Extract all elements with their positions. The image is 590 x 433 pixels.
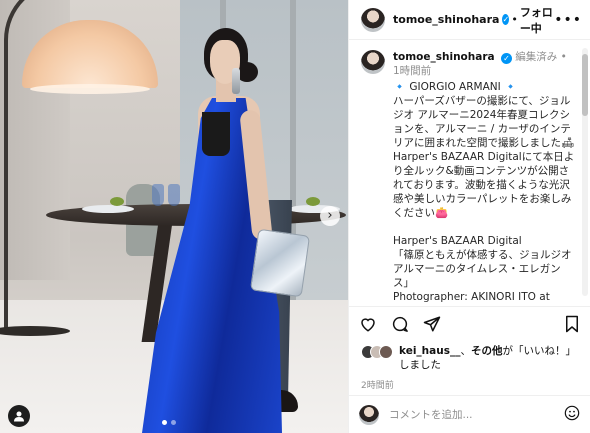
caption-header: tomoe_shinohara ✓ 編集済み • 1時間前 xyxy=(393,50,576,78)
meta-separator: • xyxy=(560,51,567,63)
liker-username[interactable]: kei_haus__ xyxy=(399,345,460,357)
instagram-post-modal: › tomoe_shinohara ✓ • フォロー中 ••• tomoe_sh… xyxy=(0,0,590,433)
photo-earring xyxy=(232,68,240,94)
photo-glass xyxy=(168,184,180,206)
photo-clutch-bag xyxy=(249,228,311,298)
scrollbar-thumb[interactable] xyxy=(582,54,588,116)
photo-food xyxy=(110,197,124,206)
edited-label: 編集済み xyxy=(515,51,558,63)
carousel-dots xyxy=(162,420,176,425)
verified-badge-icon: ✓ xyxy=(502,14,510,25)
share-icon[interactable] xyxy=(423,315,441,336)
likes-others-link[interactable]: その他 xyxy=(471,345,503,357)
post-time[interactable]: 1時間前 xyxy=(393,65,431,77)
post-photo[interactable]: › xyxy=(0,0,348,433)
photo-lamp-pole xyxy=(4,40,8,330)
comment-icon[interactable] xyxy=(391,315,409,336)
bookmark-icon[interactable] xyxy=(564,315,580,336)
following-button[interactable]: フォロー中 xyxy=(520,4,554,36)
commenter-avatar xyxy=(359,404,379,425)
comment-input[interactable] xyxy=(389,408,559,421)
verified-badge-icon: ✓ xyxy=(500,53,512,64)
caption-text: 🔹 GIORGIO ARMANI 🔹 ハーパーズバザーの撮影にて、ジョルジオ ア… xyxy=(393,81,575,306)
carousel-dot xyxy=(171,420,176,425)
caption-body: tomoe_shinohara ✓ 編集済み • 1時間前 🔹 GIORGIO … xyxy=(393,50,576,306)
likes-text: kei_haus__、その他が「いいね！」しました xyxy=(399,344,578,372)
carousel-next-button[interactable]: › xyxy=(320,206,340,226)
caption-scroll-area[interactable]: tomoe_shinohara ✓ 編集済み • 1時間前 🔹 GIORGIO … xyxy=(349,40,590,306)
liker-avatars xyxy=(361,345,393,359)
header-username[interactable]: tomoe_shinohara xyxy=(393,13,499,26)
header-separator: • xyxy=(511,13,518,26)
scrollbar[interactable] xyxy=(582,48,588,296)
avatar[interactable] xyxy=(361,7,385,32)
photo-food xyxy=(306,197,320,206)
action-bar xyxy=(349,306,590,344)
photo-glass xyxy=(152,184,164,206)
caption: tomoe_shinohara ✓ 編集済み • 1時間前 🔹 GIORGIO … xyxy=(361,50,576,306)
user-tag-icon[interactable] xyxy=(8,405,30,427)
post-sidebar: tomoe_shinohara ✓ • フォロー中 ••• tomoe_shin… xyxy=(348,0,590,433)
emoji-icon[interactable] xyxy=(564,405,580,424)
post-timestamp[interactable]: 2時間前 xyxy=(349,372,590,391)
caption-username[interactable]: tomoe_shinohara xyxy=(393,51,495,63)
photo-bodice xyxy=(202,112,230,156)
likes-summary: kei_haus__、その他が「いいね！」しました xyxy=(349,344,590,372)
more-options-icon[interactable]: ••• xyxy=(554,12,582,28)
add-comment-bar xyxy=(349,395,590,433)
caption-avatar[interactable] xyxy=(361,50,385,74)
photo-lamp-glow xyxy=(30,84,150,94)
heart-icon[interactable] xyxy=(359,315,377,336)
post-header: tomoe_shinohara ✓ • フォロー中 ••• xyxy=(349,0,590,40)
photo-plate xyxy=(82,205,134,213)
carousel-dot-active xyxy=(162,420,167,425)
likes-connector: 、 xyxy=(460,345,471,357)
liker-avatar[interactable] xyxy=(379,345,393,359)
